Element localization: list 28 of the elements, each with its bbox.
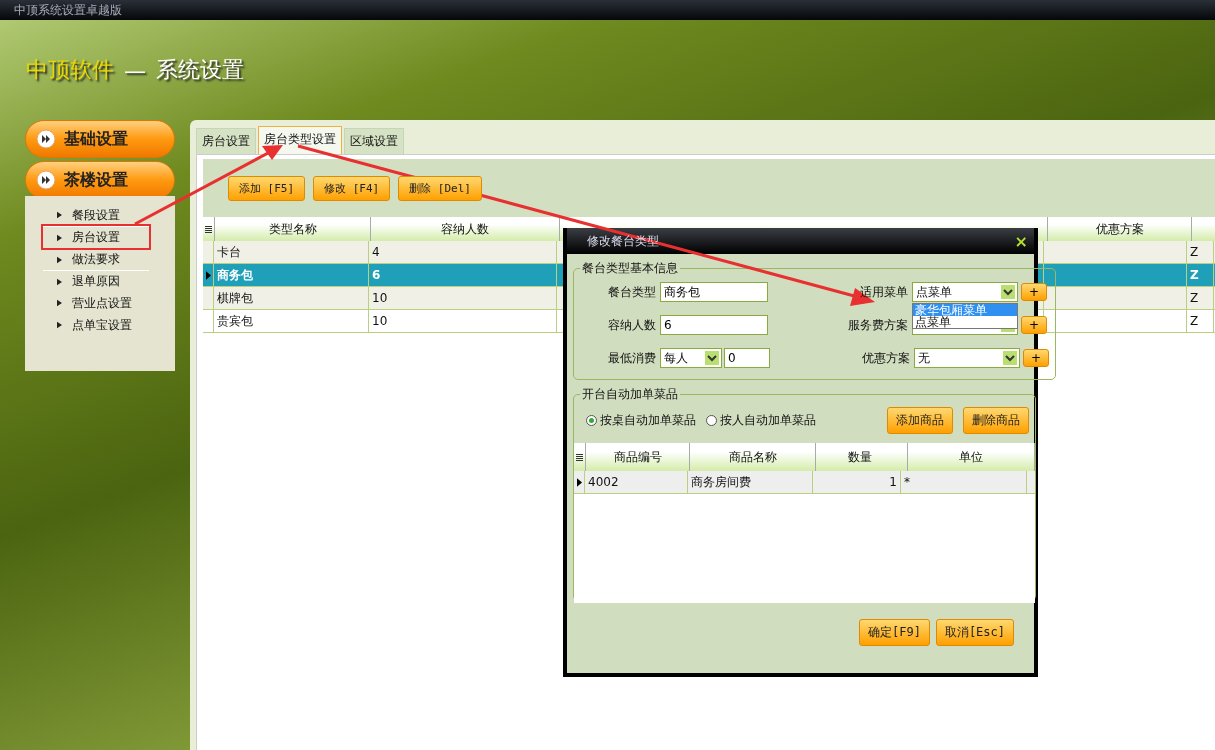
table-cell: 商务包 — [217, 266, 253, 284]
table-cell: 10 — [372, 314, 388, 328]
group-legend: 开台自动加单菜品 — [580, 386, 680, 403]
table-cell: Z — [1190, 268, 1199, 282]
table-cell: 6 — [372, 268, 381, 282]
field-label: 容纳人数 — [607, 316, 657, 334]
page-title: 系统设置 — [156, 56, 244, 84]
table-cell: Z — [1190, 245, 1199, 259]
table-cell: 4002 — [588, 475, 619, 489]
group-legend: 餐台类型基本信息 — [580, 260, 680, 277]
title-separator: — — [124, 57, 146, 83]
field-label: 最低消费 — [607, 349, 657, 367]
field-label: 适用菜单 — [859, 283, 909, 301]
table-cell: 贵宾包 — [217, 312, 253, 330]
table-cell: 棋牌包 — [217, 289, 253, 307]
table-cell: Z — [1190, 291, 1199, 305]
field-label: 服务费方案 — [847, 316, 909, 334]
field-label: 餐台类型 — [607, 283, 657, 301]
table-cell: 卡台 — [217, 243, 241, 261]
table-cell: 10 — [372, 291, 388, 305]
brand-title: 中顶软件 — [26, 56, 114, 84]
table-cell: 商务房间费 — [691, 473, 751, 491]
window-title: 中顶系统设置卓越版 — [14, 1, 122, 19]
field-label: 优惠方案 — [861, 349, 911, 367]
table-cell: 1 — [889, 475, 897, 489]
table-cell: 4 — [372, 245, 380, 259]
table-cell: * — [904, 475, 910, 489]
table-cell: Z — [1190, 314, 1199, 328]
